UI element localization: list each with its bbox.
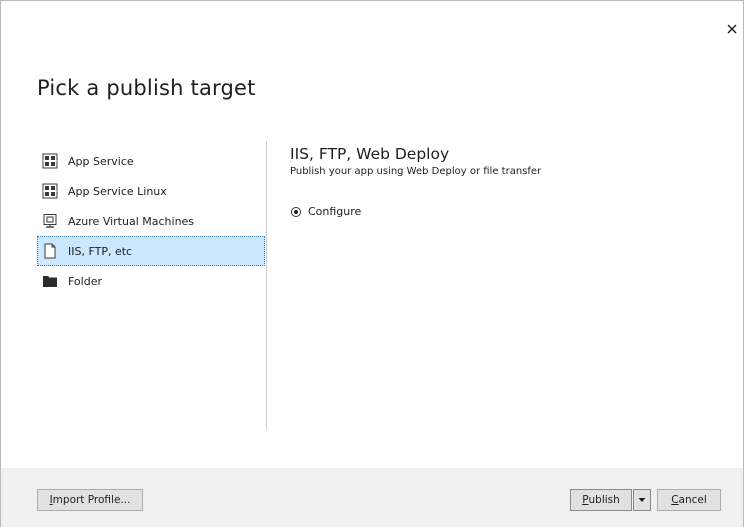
radio-checked-dot bbox=[294, 209, 298, 214]
target-item-azure-virtual-machines[interactable]: Azure Virtual Machines bbox=[37, 206, 265, 236]
virtual-machine-icon bbox=[41, 212, 59, 230]
publish-label: ublish bbox=[588, 494, 620, 506]
publish-dialog: Pick a publish target App Service App Se… bbox=[0, 0, 744, 527]
target-item-folder[interactable]: Folder bbox=[37, 266, 265, 296]
target-detail-panel: IIS, FTP, Web Deploy Publish your app us… bbox=[290, 145, 730, 218]
detail-title: IIS, FTP, Web Deploy bbox=[290, 145, 450, 163]
target-label: IIS, FTP, etc bbox=[68, 244, 133, 258]
target-label: Folder bbox=[68, 274, 102, 288]
publish-button[interactable]: Publish bbox=[570, 489, 632, 511]
page-title: Pick a publish target bbox=[37, 76, 256, 100]
close-icon[interactable] bbox=[725, 21, 739, 35]
radio-label: Configure bbox=[308, 205, 362, 218]
configure-radio-option[interactable]: Configure bbox=[290, 205, 361, 218]
import-profile-button[interactable]: Import Profile... bbox=[37, 489, 143, 511]
target-item-iis-ftp[interactable]: IIS, FTP, etc bbox=[37, 236, 265, 266]
publish-dropdown-button[interactable] bbox=[633, 489, 651, 511]
import-label: mport Profile... bbox=[52, 494, 131, 506]
cancel-access-key: C bbox=[671, 494, 679, 506]
target-item-app-service-linux[interactable]: App Service Linux bbox=[37, 176, 265, 206]
document-icon bbox=[41, 242, 59, 260]
radio-button[interactable] bbox=[291, 206, 301, 217]
dropdown-arrow-icon bbox=[638, 494, 646, 506]
dialog-footer: Import Profile... Publish Cancel bbox=[1, 468, 743, 527]
app-service-linux-icon bbox=[41, 182, 59, 200]
target-label: App Service Linux bbox=[68, 184, 167, 198]
cancel-label: ancel bbox=[678, 494, 707, 506]
panel-divider bbox=[266, 141, 267, 430]
detail-subtitle: Publish your app using Web Deploy or fil… bbox=[290, 166, 542, 177]
target-label: Azure Virtual Machines bbox=[68, 214, 195, 228]
app-service-icon bbox=[41, 152, 59, 170]
publish-target-list: App Service App Service Linux Azure Virt… bbox=[37, 146, 265, 296]
folder-icon bbox=[41, 272, 59, 290]
target-label: App Service bbox=[68, 154, 134, 168]
cancel-button[interactable]: Cancel bbox=[657, 489, 721, 511]
target-item-app-service[interactable]: App Service bbox=[37, 146, 265, 176]
